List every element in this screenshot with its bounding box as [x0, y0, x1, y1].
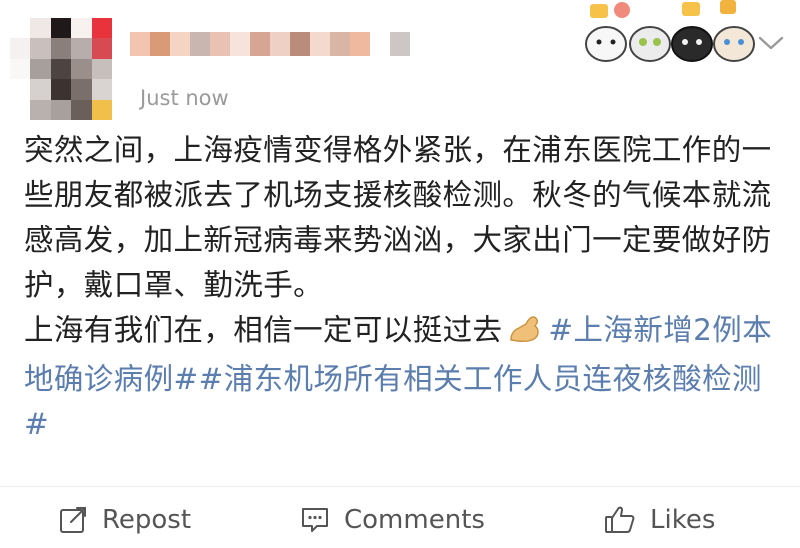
post-text: 上海有我们在，相信一定可以挺过去 [24, 313, 503, 347]
post-body: 突然之间，上海疫情变得格外紧张，在浦东医院工作的一些朋友都被派去了机场支援核酸检… [24, 128, 776, 447]
comment-icon [302, 508, 328, 532]
post-timestamp: Just now [140, 86, 229, 110]
username[interactable] [130, 32, 430, 56]
post-paragraph: 上海有我们在，相信一定可以挺过去 #上海新增2例本地确诊病例##浦东机场所有相关… [24, 308, 776, 447]
likes-label: Likes [650, 505, 716, 535]
likes-button[interactable]: Likes [604, 500, 715, 540]
chevron-down-icon[interactable] [754, 30, 788, 56]
repost-label: Repost [102, 505, 192, 535]
comments-label: Comments [344, 505, 485, 535]
divider [0, 486, 800, 487]
thumbs-up-icon [605, 506, 635, 533]
comments-button[interactable]: Comments [300, 500, 485, 540]
avatar[interactable] [10, 18, 112, 120]
repost-button[interactable]: Repost [58, 500, 191, 540]
cat-sticker-icon [585, 0, 755, 62]
post-paragraph: 突然之间，上海疫情变得格外紧张，在浦东医院工作的一些朋友都被派去了机场支援核酸检… [24, 133, 772, 302]
repost-icon [60, 507, 86, 533]
flexed-biceps-icon [508, 312, 542, 357]
